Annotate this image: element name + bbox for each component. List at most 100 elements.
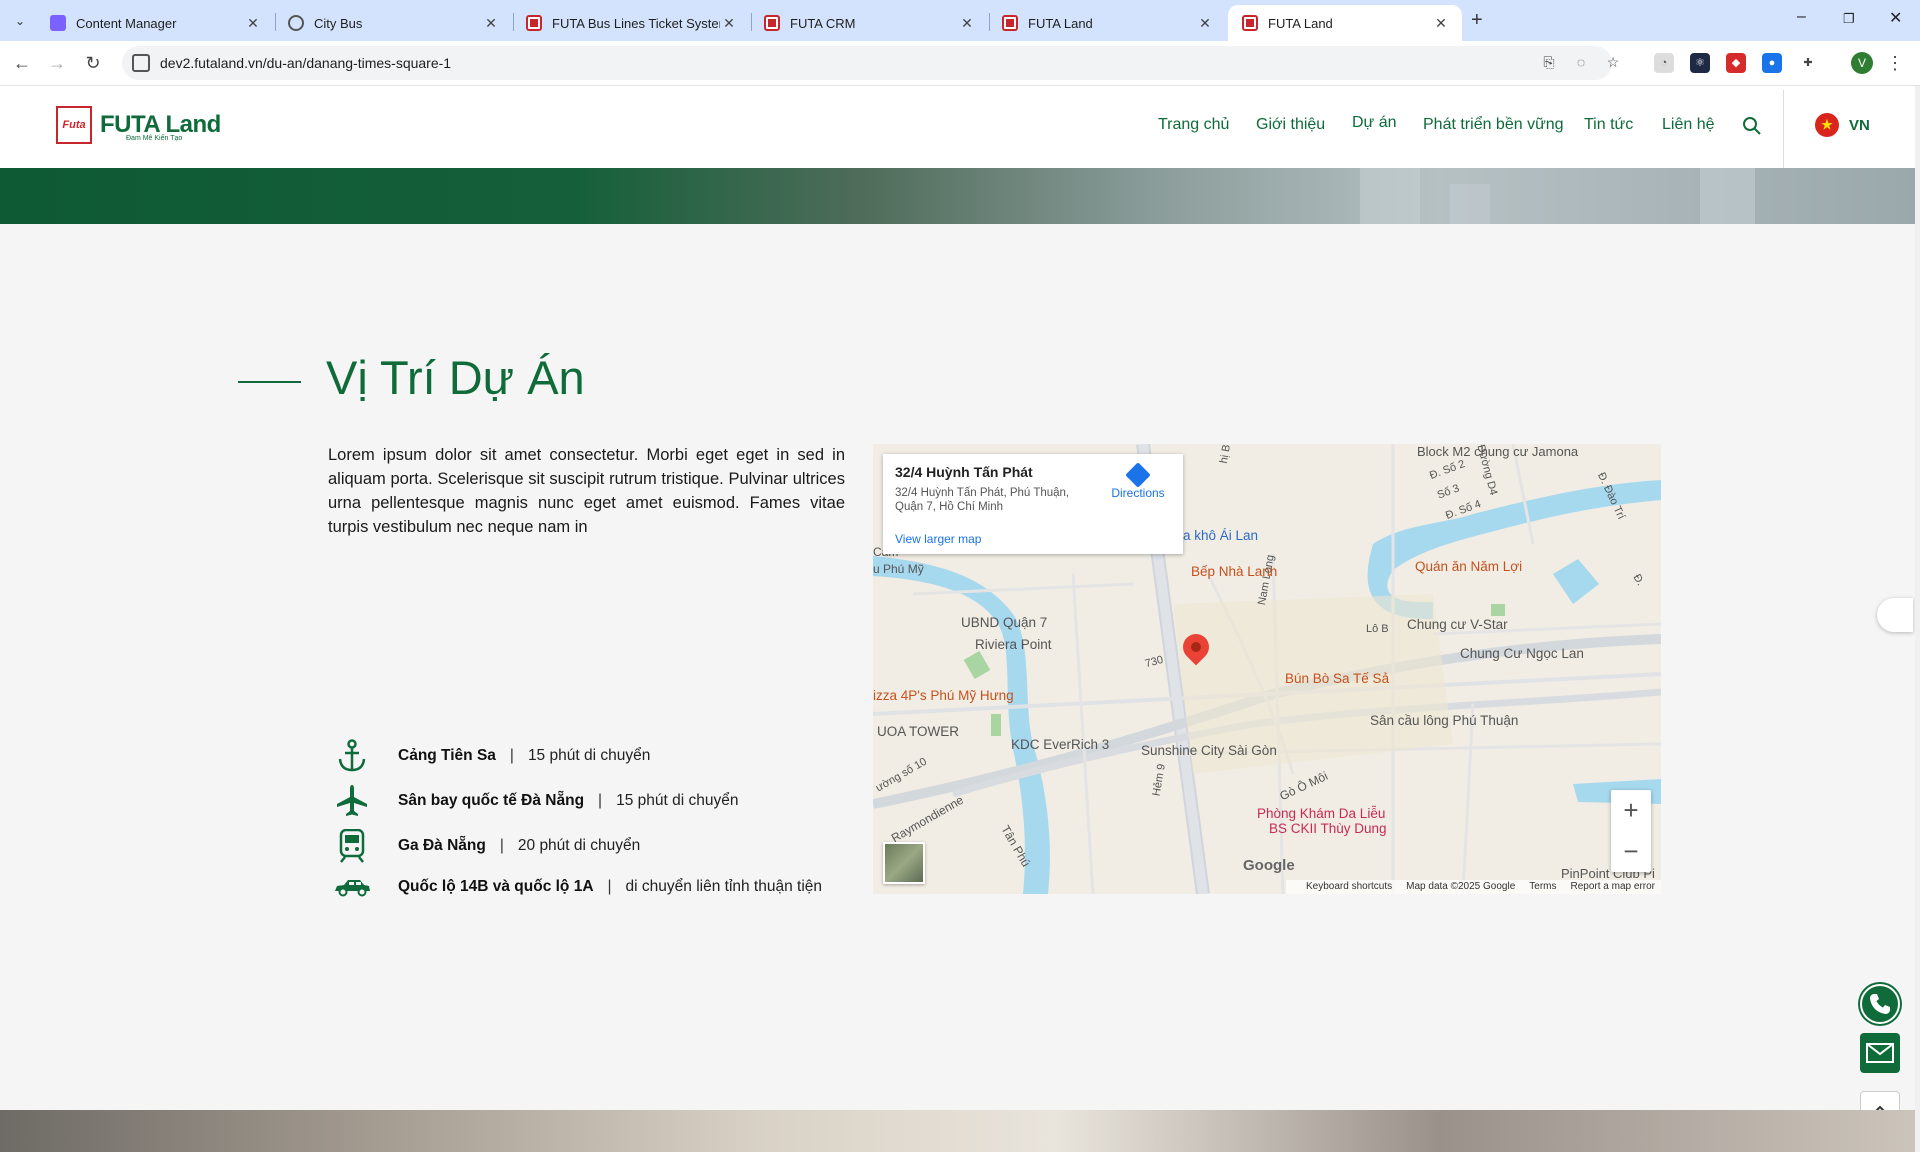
- location-item: Sân bay quốc tế Đà Nẵng | 15 phút di chu…: [332, 785, 738, 817]
- page-scrollbar[interactable]: [1915, 86, 1920, 1152]
- location-name: Sân bay quốc tế Đà Nẵng: [398, 792, 585, 809]
- location-item: Cảng Tiên Sa | 15 phút di chuyển: [332, 739, 651, 772]
- map-label[interactable]: BS CKII Thùy Dung: [1269, 821, 1387, 836]
- email-button[interactable]: [1860, 1033, 1900, 1073]
- map-label[interactable]: Sân cầu lông Phú Thuận: [1370, 713, 1518, 728]
- divider-bar: |: [598, 792, 603, 809]
- banner-building: [1450, 184, 1490, 224]
- next-section-image: [0, 1110, 1920, 1152]
- install-app-icon[interactable]: ⎘: [1540, 54, 1558, 72]
- map-label[interactable]: UBND Quận 7: [961, 615, 1047, 630]
- globe-icon: [288, 15, 304, 31]
- logo-tagline: Đam Mê Kiến Tạo: [126, 135, 183, 142]
- location-info: 15 phút di chuyển: [616, 792, 739, 809]
- menu-kebab-icon[interactable]: ⋮: [1883, 51, 1907, 75]
- road-label: Lô B: [1366, 623, 1389, 635]
- location-name: Ga Đà Nẵng: [398, 837, 486, 854]
- tab-futa-bus-lines[interactable]: FUTA Bus Lines Ticket System ✕: [512, 5, 750, 41]
- nav-lien-he[interactable]: Liên hệ: [1662, 116, 1715, 134]
- map-label[interactable]: UOA TOWER: [877, 724, 959, 739]
- close-icon[interactable]: ✕: [1432, 15, 1450, 32]
- view-larger-map-link[interactable]: View larger map: [895, 532, 981, 546]
- eye-off-icon[interactable]: ◌: [1572, 54, 1590, 72]
- search-icon[interactable]: [1742, 116, 1762, 136]
- tab-city-bus[interactable]: City Bus ✕: [274, 5, 512, 41]
- forward-icon[interactable]: →: [45, 51, 69, 75]
- bookmark-star-icon[interactable]: ☆: [1604, 54, 1622, 72]
- zoom-in-button[interactable]: +: [1611, 790, 1651, 831]
- address-bar[interactable]: dev2.futaland.vn/du-an/danang-times-squa…: [122, 46, 1619, 80]
- reload-icon[interactable]: ↻: [81, 51, 105, 75]
- phone-button[interactable]: [1860, 984, 1900, 1024]
- location-name: Quốc lộ 14B và quốc lộ 1A: [398, 878, 594, 895]
- location-info: 15 phút di chuyển: [527, 747, 651, 764]
- close-icon[interactable]: ✕: [1196, 15, 1214, 32]
- directions-label: Directions: [1111, 486, 1165, 500]
- window-close-icon[interactable]: ✕: [1889, 8, 1902, 28]
- tab-futa-land[interactable]: FUTA Land ✕: [988, 5, 1226, 41]
- tab-search-button[interactable]: ⌄: [8, 9, 32, 33]
- tab-futa-land-active[interactable]: FUTA Land ✕: [1228, 5, 1462, 41]
- report-map-error-link[interactable]: Report a map error: [1571, 881, 1655, 893]
- logo-text: FUTA Land: [100, 111, 221, 138]
- location-info: 20 phút di chuyển: [517, 837, 641, 854]
- section-title-line: [238, 381, 301, 383]
- map-label[interactable]: Block M2 chung cư Jamona: [1417, 444, 1578, 459]
- minimize-icon[interactable]: –: [1797, 8, 1806, 26]
- dropper-extension-icon[interactable]: ●: [1762, 53, 1782, 73]
- google-map[interactable]: Block M2 chung cư Jamona a khô Ái Lan Bế…: [873, 444, 1661, 894]
- map-label[interactable]: Phòng Khám Da Liễu: [1257, 806, 1385, 821]
- nav-tin-tuc[interactable]: Tin tức: [1584, 116, 1633, 134]
- url-text[interactable]: dev2.futaland.vn/du-an/danang-times-squa…: [160, 55, 451, 71]
- map-label[interactable]: izza 4P's Phú Mỹ Hưng: [873, 688, 1014, 703]
- section-description: Lorem ipsum dolor sit amet consectetur. …: [328, 446, 845, 536]
- floating-tool-icon[interactable]: [1877, 598, 1913, 632]
- site-info-icon[interactable]: [132, 54, 150, 72]
- keyboard-shortcuts-link[interactable]: Keyboard shortcuts: [1306, 881, 1392, 893]
- nav-phat-trien-ben-vung[interactable]: Phát triển bền vững: [1423, 116, 1564, 134]
- close-icon[interactable]: ✕: [958, 15, 976, 32]
- directions-button[interactable]: Directions: [1108, 462, 1168, 500]
- browser-toolbar: ← → ↻ dev2.futaland.vn/du-an/danang-time…: [0, 41, 1920, 86]
- profile-avatar[interactable]: V: [1851, 52, 1873, 74]
- section-title: Vị Trí Dự Án: [326, 351, 585, 404]
- new-tab-button[interactable]: +: [1471, 9, 1483, 32]
- language-switcher[interactable]: ★ VN: [1815, 113, 1870, 137]
- map-label[interactable]: Bún Bò Sa Tế Sả: [1285, 671, 1389, 686]
- nav-gioi-thieu[interactable]: Giới thiệu: [1256, 116, 1325, 134]
- place-info-card: 32/4 Huỳnh Tấn Phát 32/4 Huỳnh Tấn Phát,…: [883, 454, 1183, 554]
- airplane-icon: [332, 785, 372, 817]
- map-label[interactable]: Quán ăn Năm Lợi: [1415, 559, 1522, 574]
- map-label[interactable]: Sunshine City Sài Gòn: [1141, 743, 1277, 758]
- close-icon[interactable]: ✕: [482, 15, 500, 32]
- close-icon[interactable]: ✕: [720, 15, 738, 32]
- tab-title: FUTA Land: [1268, 15, 1333, 31]
- car-icon: [332, 871, 372, 903]
- map-label[interactable]: Chung Cư Ngọc Lan: [1460, 646, 1584, 661]
- place-address: 32/4 Huỳnh Tấn Phát, Phú Thuận, Quận 7, …: [895, 487, 1070, 513]
- tab-futa-crm[interactable]: FUTA CRM ✕: [750, 5, 988, 41]
- divider-bar: |: [509, 747, 514, 764]
- close-icon[interactable]: ✕: [244, 15, 262, 32]
- futa-icon: [764, 15, 780, 31]
- map-label[interactable]: KDC EverRich 3: [1011, 737, 1109, 752]
- extensions-puzzle-icon[interactable]: ✚: [1798, 53, 1818, 73]
- extension-icon[interactable]: ◔: [1654, 53, 1674, 73]
- satellite-toggle[interactable]: [883, 842, 925, 884]
- shield-extension-icon[interactable]: ◆: [1726, 53, 1746, 73]
- nav-trang-chu[interactable]: Trang chủ: [1158, 116, 1229, 134]
- react-devtools-icon[interactable]: ⚛: [1690, 53, 1710, 73]
- tab-content-manager[interactable]: Content Manager ✕: [36, 5, 274, 41]
- back-icon[interactable]: ←: [10, 51, 34, 75]
- map-label[interactable]: Riviera Point: [975, 637, 1052, 652]
- map-label[interactable]: Chung cư V-Star: [1407, 617, 1508, 632]
- header-divider: [1783, 90, 1784, 168]
- zoom-out-button[interactable]: −: [1611, 831, 1651, 872]
- map-data-text: Map data ©2025 Google: [1406, 881, 1516, 892]
- futa-land-logo[interactable]: Futa FUTA Land Đam Mê Kiến Tạo: [56, 106, 221, 144]
- terms-link[interactable]: Terms: [1529, 881, 1556, 893]
- restore-icon[interactable]: ❐: [1843, 11, 1855, 27]
- map-label[interactable]: a khô Ái Lan: [1183, 528, 1258, 543]
- futa-icon: [1002, 15, 1018, 31]
- nav-du-an[interactable]: Dự án: [1352, 114, 1397, 132]
